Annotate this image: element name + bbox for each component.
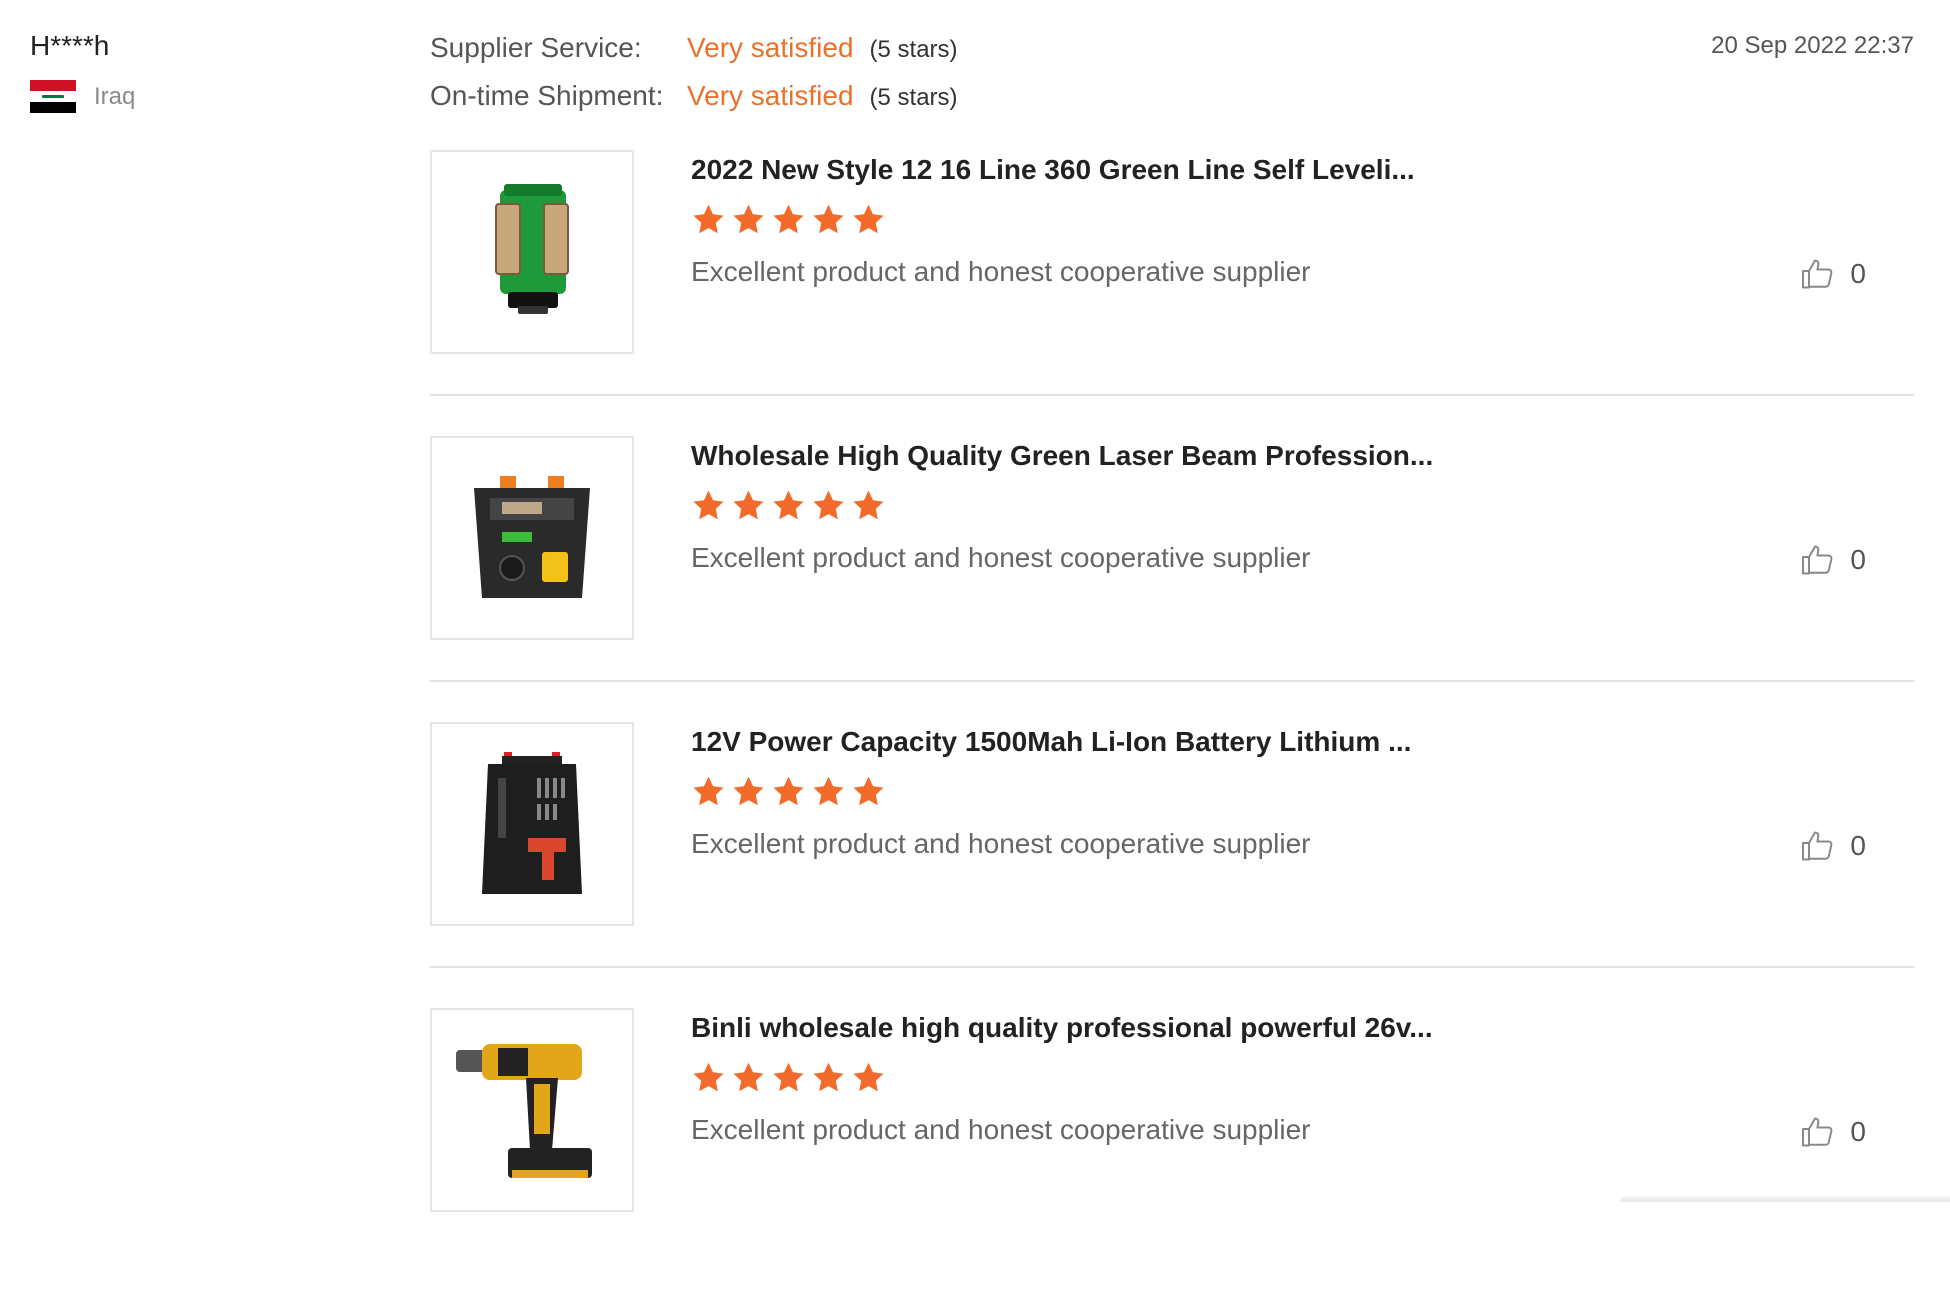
like-count: 0 [1850, 830, 1866, 861]
rating-supplier-service: Supplier Service: Very satisfied (5 star… [430, 32, 958, 80]
supplier-ratings: Supplier Service: Very satisfied (5 star… [430, 32, 958, 128]
like-button[interactable]: 0 [1800, 828, 1866, 864]
product-star-rating [691, 488, 886, 523]
star-icon [853, 776, 884, 806]
thumbs-up-icon [1802, 545, 1833, 575]
drill-kit-case-icon [482, 752, 582, 894]
product-review-item: 2022 New Style 12 16 Line 360 Green Line… [430, 150, 1914, 436]
rating-value: Very satisfied [687, 32, 854, 63]
star-icon [813, 776, 844, 806]
star-icon [693, 776, 724, 806]
review-comment: Excellent product and honest cooperative… [691, 828, 1311, 859]
thumbs-up-icon [1802, 831, 1833, 861]
reviewer-info: H****h Iraq [30, 30, 135, 113]
product-thumbnail[interactable] [430, 722, 634, 926]
product-star-rating [691, 202, 886, 237]
product-review-item: 12V Power Capacity 1500Mah Li-Ion Batter… [430, 722, 1914, 1008]
star-icon [733, 776, 764, 806]
reviewer-name: H****h [30, 30, 110, 61]
rating-label: Supplier Service: [430, 32, 642, 63]
divider [430, 966, 1914, 968]
iraq-flag-icon [30, 80, 76, 113]
green-laser-level-icon [495, 184, 569, 314]
product-thumbnail[interactable] [430, 1008, 634, 1212]
rating-stars-text: (5 stars) [869, 36, 958, 63]
star-icon [853, 490, 884, 520]
floating-panel-edge [1620, 1196, 1950, 1202]
star-icon [693, 204, 724, 234]
country-name: Iraq [94, 82, 136, 110]
product-review-item: Binli wholesale high quality professiona… [430, 1008, 1914, 1294]
star-icon [813, 1062, 844, 1092]
product-title-link[interactable]: Binli wholesale high quality professiona… [691, 1012, 1433, 1044]
star-icon [693, 490, 724, 520]
star-icon [773, 776, 804, 806]
like-button[interactable]: 0 [1800, 542, 1866, 578]
review-comment: Excellent product and honest cooperative… [691, 1114, 1311, 1145]
product-review-list: 2022 New Style 12 16 Line 360 Green Line… [430, 150, 1914, 1294]
star-icon [773, 1062, 804, 1092]
product-title-link[interactable]: 12V Power Capacity 1500Mah Li-Ion Batter… [691, 726, 1411, 758]
rating-value: Very satisfied [687, 80, 854, 111]
star-icon [853, 1062, 884, 1092]
laser-kit-case-icon [474, 476, 590, 598]
divider [430, 394, 1914, 396]
thumbs-up-icon [1802, 259, 1833, 289]
star-icon [853, 204, 884, 234]
rating-stars-text: (5 stars) [869, 84, 958, 111]
star-icon [813, 490, 844, 520]
like-count: 0 [1850, 258, 1866, 289]
star-icon [773, 490, 804, 520]
rating-label: On-time Shipment: [430, 80, 664, 111]
star-icon [773, 204, 804, 234]
product-thumbnail[interactable] [430, 150, 634, 354]
review-date: 20 Sep 2022 22:37 [1711, 32, 1914, 59]
product-title-link[interactable]: Wholesale High Quality Green Laser Beam … [691, 440, 1433, 472]
cordless-drill-icon [456, 1044, 592, 1178]
star-icon [733, 204, 764, 234]
divider [430, 680, 1914, 682]
like-button[interactable]: 0 [1800, 256, 1866, 292]
like-count: 0 [1850, 1116, 1866, 1147]
product-title-link[interactable]: 2022 New Style 12 16 Line 360 Green Line… [691, 154, 1415, 186]
thumbs-up-icon [1802, 1117, 1833, 1147]
rating-on-time-shipment: On-time Shipment: Very satisfied (5 star… [430, 80, 958, 128]
star-icon [733, 1062, 764, 1092]
review-comment: Excellent product and honest cooperative… [691, 542, 1311, 573]
star-icon [693, 1062, 724, 1092]
star-icon [813, 204, 844, 234]
like-count: 0 [1850, 544, 1866, 575]
product-review-item: Wholesale High Quality Green Laser Beam … [430, 436, 1914, 722]
product-star-rating [691, 1060, 886, 1095]
star-icon [733, 490, 764, 520]
like-button[interactable]: 0 [1800, 1114, 1866, 1150]
product-thumbnail[interactable] [430, 436, 634, 640]
review-comment: Excellent product and honest cooperative… [691, 256, 1311, 287]
reviewer-country: Iraq [30, 80, 135, 113]
product-star-rating [691, 774, 886, 809]
